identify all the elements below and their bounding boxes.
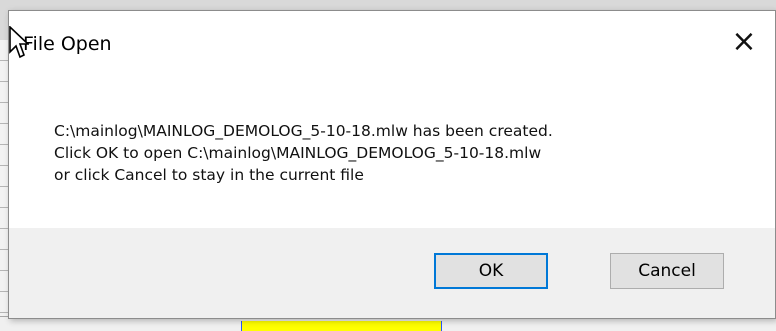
message-line-3: or click Cancel to stay in the current f…	[54, 166, 364, 184]
message-line-2: Click OK to open C:\mainlog\MAINLOG_DEMO…	[54, 144, 542, 162]
close-icon: ×	[731, 24, 757, 59]
ok-button[interactable]: OK	[434, 253, 548, 289]
cancel-button[interactable]: Cancel	[610, 253, 724, 289]
background-yellow-cell	[241, 321, 442, 331]
message-line-1: C:\mainlog\MAINLOG_DEMOLOG_5-10-18.mlw h…	[54, 122, 553, 140]
dialog-title: File Open	[23, 33, 112, 55]
file-open-dialog: File Open × C:\mainlog\MAINLOG_DEMOLOG_5…	[8, 10, 776, 319]
dialog-message: C:\mainlog\MAINLOG_DEMOLOG_5-10-18.mlw h…	[54, 120, 553, 186]
title-bar: File Open ×	[9, 11, 775, 75]
dialog-footer: OK Cancel	[9, 228, 775, 318]
close-button[interactable]: ×	[727, 27, 761, 57]
